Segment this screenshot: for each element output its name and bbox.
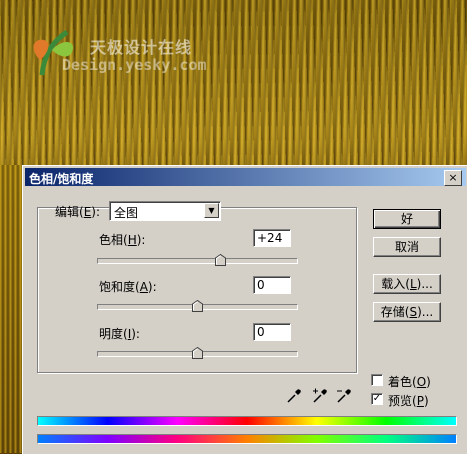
lightness-input[interactable]: 0 — [253, 323, 291, 341]
saturation-label: 饱和度(A): — [99, 280, 157, 294]
edit-label: 编辑(E): — [55, 205, 101, 219]
colorize-label: 着色(O) — [388, 375, 431, 389]
lightness-slider-thumb[interactable] — [191, 347, 203, 359]
saturation-accel: A — [139, 280, 148, 294]
watermark-text-cn: 天极设计在线 — [90, 38, 193, 57]
watermark-text-url: Design.yesky.com — [62, 56, 207, 74]
checkmark-icon: ✓ — [372, 393, 382, 404]
preview-label: 预览(P) — [388, 394, 429, 408]
load-button[interactable]: 载入(L)... — [373, 274, 441, 294]
colorize-checkbox[interactable] — [371, 374, 383, 386]
saturation-label-text: 饱和度 — [99, 280, 136, 294]
saturation-input[interactable]: 0 — [253, 276, 291, 294]
close-button[interactable]: × — [444, 170, 462, 186]
hue-label-text: 色相 — [99, 233, 124, 247]
save-button[interactable]: 存储(S)... — [373, 302, 441, 322]
close-icon: × — [448, 171, 458, 184]
load-button-label: 载入 — [381, 277, 406, 291]
textured-background-left — [0, 165, 24, 453]
dialog-titlebar[interactable]: 色相/饱和度 × — [25, 168, 466, 186]
colorize-accel: O — [416, 375, 427, 389]
ok-button[interactable]: 好 — [373, 209, 441, 229]
edit-label-text: 编辑 — [55, 205, 80, 219]
preview-accel: P — [416, 394, 424, 408]
saturation-slider-thumb[interactable] — [191, 300, 203, 312]
preview-label-text: 预览 — [388, 394, 413, 408]
edit-accel: E — [83, 205, 92, 219]
watermark: 天极设计在线 Design.yesky.com — [22, 20, 262, 80]
lightness-label: 明度(I): — [99, 327, 140, 341]
hue-slider-thumb[interactable] — [215, 254, 227, 266]
eyedropper-icon[interactable] — [286, 388, 302, 404]
hue-input[interactable]: +24 — [253, 229, 291, 247]
hue-label: 色相(H): — [99, 233, 146, 247]
hue-accel: H — [127, 233, 137, 247]
eyedropper-plus-icon[interactable] — [312, 388, 328, 404]
eyedropper-minus-icon[interactable] — [336, 388, 352, 404]
hue-slider-track[interactable] — [97, 258, 298, 264]
edit-select[interactable]: 全图 ▼ — [109, 201, 221, 221]
dialog-title: 色相/饱和度 — [29, 172, 94, 186]
save-ellipsis: ... — [421, 305, 434, 319]
lightness-label-text: 明度 — [99, 327, 124, 341]
edit-select-value: 全图 — [114, 206, 139, 220]
load-accel: L — [409, 277, 417, 291]
hue-saturation-dialog: 色相/饱和度 × 编辑(E): 全图 ▼ 色相(H): +24 饱和度(A): … — [22, 165, 467, 454]
load-ellipsis: ... — [421, 277, 433, 291]
preview-checkbox[interactable]: ✓ — [371, 393, 383, 405]
lightness-accel: I — [127, 327, 132, 341]
input-spectrum-bar — [37, 416, 457, 426]
output-spectrum-bar — [37, 434, 457, 444]
cancel-button[interactable]: 取消 — [373, 237, 441, 257]
save-button-label: 存储 — [380, 305, 405, 319]
colorize-label-text: 着色 — [388, 375, 413, 389]
chevron-down-icon[interactable]: ▼ — [204, 203, 219, 218]
save-accel: S — [409, 305, 418, 319]
